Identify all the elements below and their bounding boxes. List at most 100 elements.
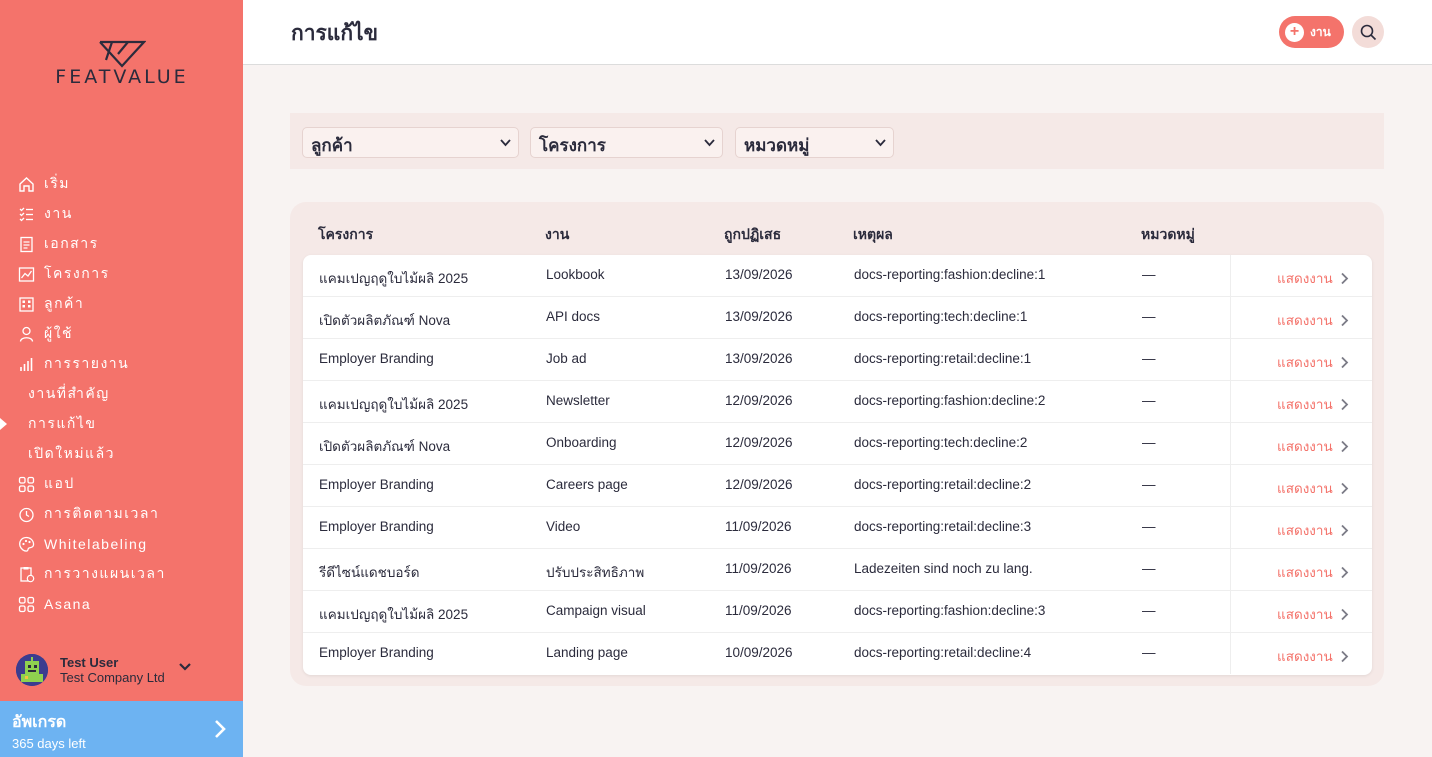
show-task-link[interactable]: แสดงงาน	[1277, 477, 1349, 499]
sidebar-item-label: การวางแผนเวลา	[44, 565, 166, 581]
filter-bar: ลูกค้า โครงการ หมวดหมู่	[290, 113, 1384, 169]
show-task-link[interactable]: แสดงงาน	[1277, 435, 1349, 457]
sidebar-item-12[interactable]: Whitelabeling	[0, 529, 243, 559]
cell-reason: docs-reporting:fashion:decline:2	[854, 393, 1046, 408]
sidebar-item-4[interactable]: ลูกค้า	[0, 289, 243, 319]
upgrade-button[interactable]: อัพเกรด 365 days left	[0, 701, 243, 757]
column-divider	[1230, 549, 1231, 590]
sidebar-item-label: แอป	[44, 475, 75, 491]
cell-task: Lookbook	[546, 267, 605, 282]
sidebar-item-7[interactable]: งานที่สำคัญ	[0, 379, 243, 409]
cell-project: แคมเปญฤดูใบไม้ผลิ 2025	[319, 271, 469, 286]
chevron-right-icon	[1341, 608, 1348, 620]
sidebar-item-label: การติดตามเวลา	[44, 505, 160, 521]
cell-reason: docs-reporting:retail:decline:2	[854, 477, 1032, 492]
search-button[interactable]	[1352, 16, 1384, 48]
cell-project: แคมเปญฤดูใบไม้ผลิ 2025	[319, 607, 469, 622]
cell-project: เปิดตัวผลิตภัณฑ์ Nova	[319, 439, 451, 454]
chevron-right-icon	[1341, 398, 1348, 410]
cell-task: Newsletter	[546, 393, 610, 408]
column-divider	[1230, 465, 1231, 506]
sidebar-item-9[interactable]: เปิดใหม่แล้ว	[0, 439, 243, 469]
chevron-right-icon	[1341, 356, 1348, 368]
sidebar-item-0[interactable]: เริ่ม	[0, 169, 243, 199]
show-task-link[interactable]: แสดงงาน	[1277, 267, 1349, 289]
sidebar-item-10[interactable]: แอป	[0, 469, 243, 499]
show-task-link[interactable]: แสดงงาน	[1277, 603, 1349, 625]
sidebar-item-6[interactable]: การรายงาน	[0, 349, 243, 379]
upgrade-days-left: 365 days left	[12, 736, 86, 751]
column-header-category: หมวดหมู่	[1141, 226, 1195, 242]
category-filter-select[interactable]: หมวดหมู่	[735, 127, 894, 158]
chevron-down-icon	[704, 139, 715, 147]
project-filter-select[interactable]: โครงการ	[530, 127, 723, 158]
cell-rejected-date: 10/09/2026	[725, 645, 793, 660]
sidebar-item-label: โครงการ	[44, 265, 110, 281]
chevron-right-icon	[1341, 566, 1348, 578]
show-task-label: แสดงงาน	[1277, 607, 1333, 622]
show-task-link[interactable]: แสดงงาน	[1277, 519, 1349, 541]
column-divider	[1230, 381, 1231, 422]
cell-project: Employer Branding	[319, 519, 434, 534]
column-divider	[1230, 507, 1231, 548]
chevron-right-icon	[1341, 650, 1348, 662]
cell-reason: Ladezeiten sind noch zu lang.	[854, 561, 1033, 576]
table-row: แคมเปญฤดูใบไม้ผลิ 2025 Campaign visual 11/…	[303, 591, 1372, 633]
plus-icon: +	[1285, 22, 1304, 42]
user-menu[interactable]: Test User Test Company Ltd	[16, 650, 226, 690]
cell-rejected-date: 13/09/2026	[725, 267, 793, 282]
sidebar-item-2[interactable]: เอกสาร	[0, 229, 243, 259]
show-task-link[interactable]: แสดงงาน	[1277, 309, 1349, 331]
logo[interactable]: FEATVALUE	[36, 40, 208, 90]
column-header-rejected: ถูกปฏิเสธ	[724, 226, 782, 242]
page-title: การแก้ไข	[291, 22, 378, 45]
sidebar-item-label: Whitelabeling	[44, 536, 148, 552]
chevron-right-icon	[1341, 272, 1348, 284]
table-row: Employer Branding Video 11/09/2026 docs-rep…	[303, 507, 1372, 549]
table-row: Employer Branding Job ad 13/09/2026 docs-re…	[303, 339, 1372, 381]
chevron-right-icon	[1341, 524, 1348, 536]
sidebar-item-11[interactable]: การติดตามเวลา	[0, 499, 243, 529]
show-task-link[interactable]: แสดงงาน	[1277, 351, 1349, 373]
cell-reason: docs-reporting:fashion:decline:1	[854, 267, 1046, 282]
cell-reason: docs-reporting:retail:decline:4	[854, 645, 1032, 660]
sidebar-item-13[interactable]: การวางแผนเวลา	[0, 559, 243, 589]
add-task-label: งาน	[1310, 24, 1331, 39]
sidebar-item-8[interactable]: การแก้ไข	[0, 409, 243, 439]
chevron-right-icon	[1341, 440, 1348, 452]
table-row: Employer Branding Careers page 12/09/2026 d…	[303, 465, 1372, 507]
cell-task: Job ad	[546, 351, 587, 366]
show-task-label: แสดงงาน	[1277, 565, 1333, 580]
cell-project: Employer Branding	[319, 351, 434, 366]
top-header: การแก้ไข + งาน	[243, 0, 1432, 65]
sidebar-item-5[interactable]: ผู้ใช้	[0, 319, 243, 349]
show-task-label: แสดงงาน	[1277, 397, 1333, 412]
sidebar-item-label: งานที่สำคัญ	[28, 385, 110, 401]
cell-rejected-date: 12/09/2026	[725, 477, 793, 492]
user-name: Test User	[60, 655, 119, 670]
table-body: แคมเปญฤดูใบไม้ผลิ 2025 Lookbook 13/09/2026…	[303, 255, 1372, 675]
chevron-down-icon[interactable]	[178, 660, 192, 674]
cell-rejected-date: 12/09/2026	[725, 435, 793, 450]
cell-rejected-date: 11/09/2026	[725, 561, 792, 576]
cell-reason: docs-reporting:retail:decline:3	[854, 519, 1032, 534]
cell-rejected-date: 12/09/2026	[725, 393, 793, 408]
table-row: Employer Branding Landing page 10/09/2026 d…	[303, 633, 1372, 675]
show-task-link[interactable]: แสดงงาน	[1277, 561, 1349, 583]
sidebar-item-14[interactable]: Asana	[0, 589, 243, 619]
cell-rejected-date: 13/09/2026	[725, 309, 793, 324]
show-task-link[interactable]: แสดงงาน	[1277, 393, 1349, 415]
show-task-link[interactable]: แสดงงาน	[1277, 645, 1349, 667]
logo-mark-icon	[99, 40, 146, 68]
client-filter-select[interactable]: ลูกค้า	[302, 127, 519, 158]
column-header-task: งาน	[545, 226, 570, 242]
show-task-label: แสดงงาน	[1277, 481, 1333, 496]
clients-icon	[17, 295, 35, 313]
sidebar-item-3[interactable]: โครงการ	[0, 259, 243, 289]
add-task-button[interactable]: + งาน	[1279, 16, 1344, 48]
projects-icon	[17, 265, 35, 283]
robot-avatar-icon	[16, 654, 48, 686]
sidebar-item-1[interactable]: งาน	[0, 199, 243, 229]
column-divider	[1230, 297, 1231, 338]
apps-icon	[17, 475, 35, 493]
